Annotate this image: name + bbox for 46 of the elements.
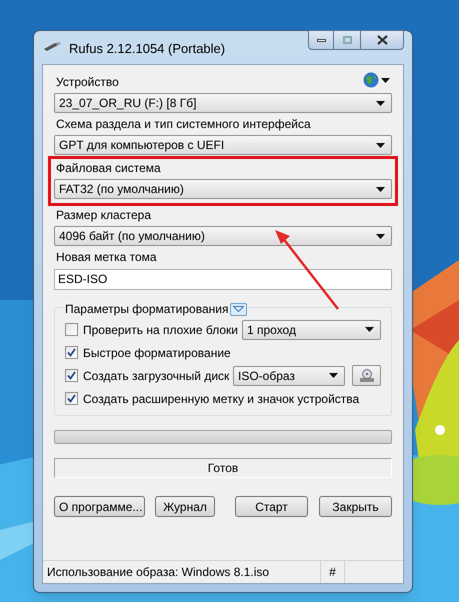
close-icon [376,35,388,45]
dropdown[interactable]: ISO-образ [233,366,345,386]
caret-icon [376,186,385,192]
dropdown[interactable]: 1 проход [242,320,381,340]
checkbox[interactable] [65,392,78,405]
caret-icon [381,78,390,82]
field-label: Схема раздела и тип системного интерфейса [55,117,312,131]
field-label: Файловая система [55,161,162,175]
close-button[interactable] [360,30,404,50]
group-title: Параметры форматирования [65,301,228,318]
dropdown[interactable]: GPT для компьютеров с UEFI [54,135,392,155]
checkbox[interactable] [65,323,78,336]
status-bar-text: Использование образа: Windows 8.1.iso [46,564,270,581]
checkbox[interactable] [65,369,78,382]
status-bar-text: # [320,561,345,583]
disc-button[interactable] [352,365,381,386]
usb-drive-icon [43,42,61,52]
field-label: Новая метка тома [55,250,158,264]
checkbox[interactable] [65,346,78,359]
globe-icon[interactable] [363,72,379,88]
checkbox-label[interactable]: Создать загрузочный диск [83,366,230,384]
caret-icon [376,234,385,238]
minimize-button[interactable] [308,30,334,50]
caret-icon [329,373,338,378]
checkbox-label[interactable]: Создать расширенную метку и значок устройства [83,390,360,408]
status-text: Готов [54,458,392,478]
dropdown[interactable]: 23_07_OR_RU (F:) [8 Гб] [54,93,392,113]
dropdown[interactable]: 4096 байт (по умолчанию) [54,226,392,246]
caret-icon [365,327,374,332]
field-label: Устройство [55,75,120,89]
action-button[interactable]: Журнал [155,496,215,517]
action-button[interactable]: О программе... [54,496,145,517]
action-button[interactable]: Старт [235,496,308,517]
chevron-down-icon [233,306,244,312]
dropdown[interactable]: FAT32 (по умолчанию) [54,179,392,199]
caret-icon [376,142,385,148]
action-button[interactable]: Закрыть [319,496,392,517]
caret-icon [376,100,385,106]
input-field[interactable]: ESD-ISO [54,268,392,290]
window-title: Rufus 2.12.1054 (Portable) [69,40,226,58]
checkbox-label[interactable]: Проверить на плохие блоки [83,320,238,338]
maximize-button[interactable] [334,30,360,50]
expand-button[interactable] [230,302,248,316]
field-label: Размер кластера [55,208,152,222]
checkbox-label[interactable]: Быстрое форматирование [83,344,231,362]
disc-drive-icon [358,368,374,382]
